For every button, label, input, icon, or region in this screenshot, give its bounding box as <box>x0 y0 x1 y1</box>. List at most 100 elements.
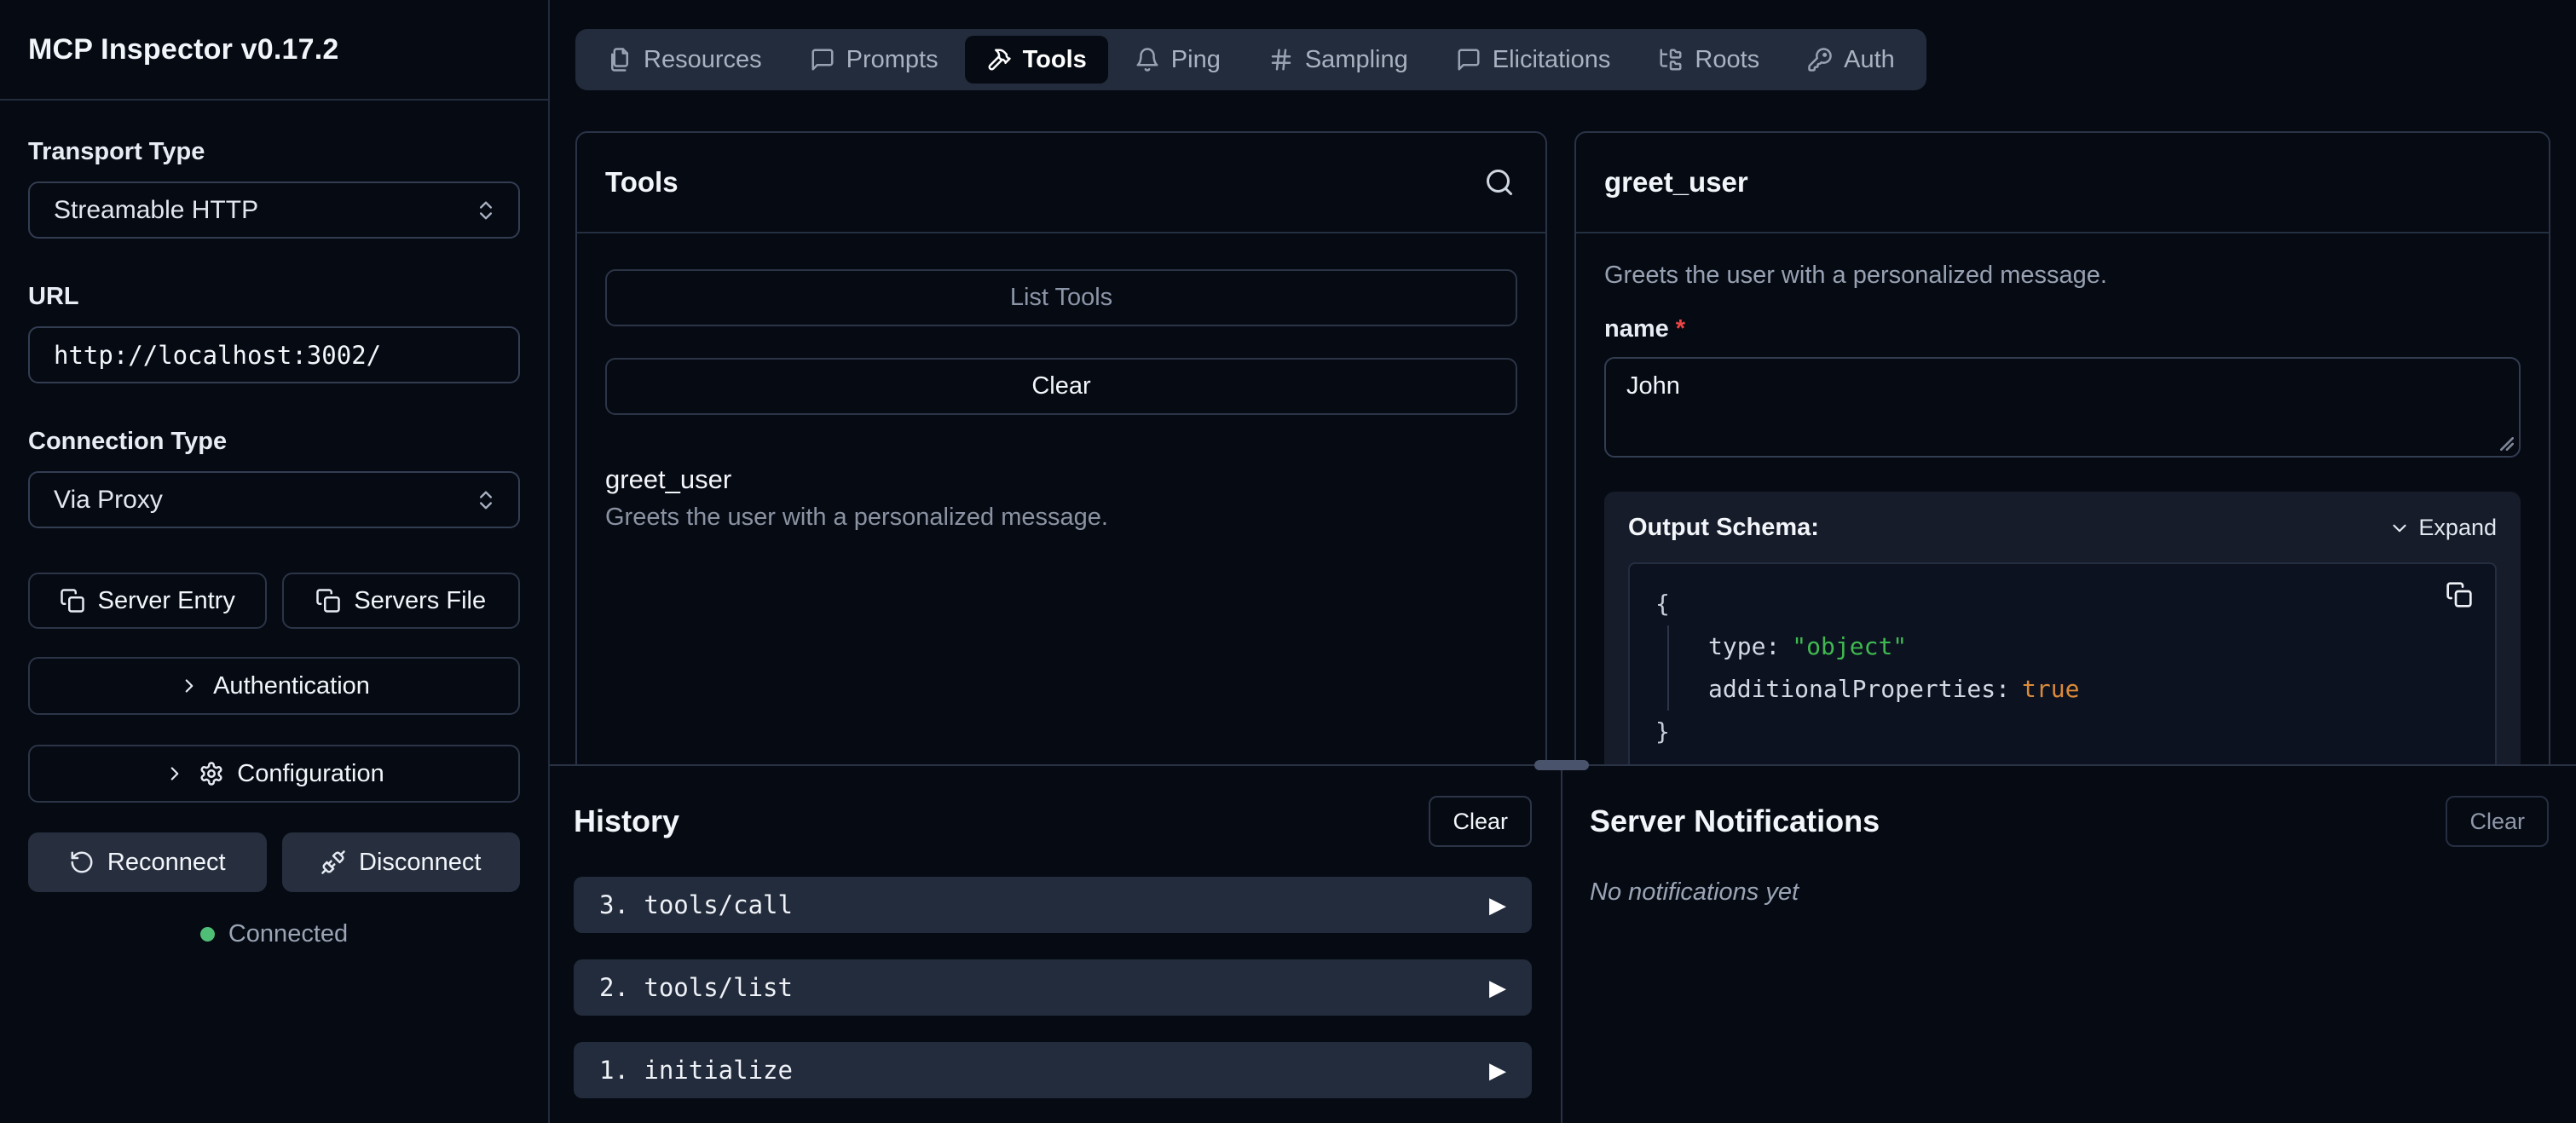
copy-code-button[interactable] <box>2446 581 2473 608</box>
app-header: MCP Inspector v0.17.2 <box>0 0 548 101</box>
transport-type-select[interactable]: Streamable HTTP <box>28 181 520 239</box>
resize-grip-icon[interactable] <box>2500 437 2514 451</box>
servers-file-button[interactable]: Servers File <box>282 573 521 629</box>
reconnect-button[interactable]: Reconnect <box>28 832 267 892</box>
disconnect-button[interactable]: Disconnect <box>282 832 521 892</box>
copy-icon <box>60 588 85 613</box>
output-schema-header: Output Schema: Expand <box>1628 514 2497 542</box>
tool-detail-header: greet_user <box>1576 133 2549 233</box>
tools-panel-header: Tools <box>577 133 1545 233</box>
notifications-clear-button[interactable]: Clear <box>2446 796 2549 847</box>
tab-elicitations[interactable]: Elicitations <box>1435 36 1632 84</box>
tab-label: Prompts <box>846 46 939 74</box>
tab-prompts[interactable]: Prompts <box>788 36 960 84</box>
history-title: History <box>574 803 679 839</box>
tab-roots[interactable]: Roots <box>1637 36 1781 84</box>
app-root: MCP Inspector v0.17.2 Transport Type Str… <box>0 0 2576 1123</box>
horizontal-splitter[interactable] <box>550 764 2576 766</box>
status-dot-icon <box>200 927 215 942</box>
reconnect-label: Reconnect <box>107 849 226 877</box>
server-notifications-title: Server Notifications <box>1590 803 1880 839</box>
disconnect-label: Disconnect <box>359 849 481 877</box>
schema-code-block: { type:"object" additionalProperties:tru… <box>1628 562 2497 764</box>
history-item[interactable]: 3. tools/call ▶ <box>574 877 1532 933</box>
chevron-down-icon <box>2388 517 2411 539</box>
url-input[interactable] <box>28 326 520 383</box>
list-tools-button[interactable]: List Tools <box>605 269 1517 326</box>
tab-auth[interactable]: Auth <box>1786 36 1916 84</box>
tools-panel-title: Tools <box>605 166 679 199</box>
sidebar-body: Transport Type Streamable HTTP URL Conne… <box>0 101 548 948</box>
server-notifications-panel: Server Notifications Clear No notificati… <box>1562 766 2576 1123</box>
tab-label: Tools <box>1023 46 1087 74</box>
folder-tree-icon <box>1658 47 1684 72</box>
tab-bar: Resources Prompts Tools Ping Sampling <box>575 29 1926 90</box>
param-label-row: name* <box>1604 315 2521 343</box>
code-close-brace: } <box>1655 711 2469 753</box>
tool-list-item[interactable]: greet_user Greets the user with a person… <box>605 464 1517 532</box>
tab-tools[interactable]: Tools <box>965 36 1108 84</box>
code-line: additionalProperties:true <box>1708 668 2469 711</box>
notifications-empty-message: No notifications yet <box>1590 878 2549 907</box>
history-item[interactable]: 1. initialize ▶ <box>574 1042 1532 1098</box>
required-marker: * <box>1676 315 1685 343</box>
configuration-button[interactable]: Configuration <box>28 745 520 803</box>
tool-detail-description: Greets the user with a personalized mess… <box>1604 261 2521 290</box>
configuration-label: Configuration <box>237 760 384 788</box>
chevrons-up-down-icon <box>474 199 498 222</box>
tab-label: Elicitations <box>1493 46 1611 74</box>
name-field[interactable]: John <box>1604 357 2521 458</box>
hammer-icon <box>986 47 1012 72</box>
search-icon[interactable] <box>1484 167 1515 198</box>
tab-label: Sampling <box>1305 46 1408 74</box>
output-schema-card: Output Schema: Expand { <box>1604 492 2521 764</box>
url-label: URL <box>28 283 520 311</box>
clear-tools-button[interactable]: Clear <box>605 358 1517 415</box>
history-clear-button[interactable]: Clear <box>1429 796 1532 847</box>
tab-ping[interactable]: Ping <box>1113 36 1242 84</box>
sidebar: MCP Inspector v0.17.2 Transport Type Str… <box>0 0 550 1123</box>
copy-icon <box>2446 581 2473 608</box>
message-square-icon <box>1456 47 1481 72</box>
chevron-right-icon <box>164 763 186 785</box>
tab-sampling[interactable]: Sampling <box>1247 36 1430 84</box>
history-list: 3. tools/call ▶ 2. tools/list ▶ 1. initi… <box>574 877 1532 1098</box>
tab-label: Roots <box>1695 46 1759 74</box>
chevron-right-icon <box>178 675 200 697</box>
chevrons-up-down-icon <box>474 488 498 512</box>
play-icon: ▶ <box>1489 892 1506 919</box>
connection-buttons-row: Reconnect Disconnect <box>28 832 520 892</box>
code-line: type:"object" <box>1708 625 2469 668</box>
tab-label: Resources <box>644 46 762 74</box>
message-square-icon <box>810 47 835 72</box>
key-icon <box>1807 47 1833 72</box>
expand-toggle[interactable]: Expand <box>2388 515 2497 541</box>
app-title: MCP Inspector v0.17.2 <box>28 33 339 66</box>
copy-icon <box>315 588 341 613</box>
tools-panel-body: List Tools Clear greet_user Greets the u… <box>577 233 1545 532</box>
tab-resources[interactable]: Resources <box>586 36 783 84</box>
connection-type-value: Via Proxy <box>54 486 163 515</box>
topbar: Resources Prompts Tools Ping Sampling <box>550 0 2576 90</box>
splitter-handle[interactable] <box>1534 760 1589 770</box>
server-entry-button[interactable]: Server Entry <box>28 573 267 629</box>
history-clear-label: Clear <box>1453 809 1508 834</box>
history-item[interactable]: 2. tools/list ▶ <box>574 959 1532 1016</box>
bottom-panes: History Clear 3. tools/call ▶ 2. tools/l… <box>550 766 2576 1123</box>
transport-type-value: Streamable HTTP <box>54 196 258 225</box>
code-open-brace: { <box>1655 583 2469 625</box>
tool-detail-title: greet_user <box>1604 166 1748 199</box>
status-text: Connected <box>228 920 348 948</box>
tool-description: Greets the user with a personalized mess… <box>605 504 1517 532</box>
param-input-wrap: John <box>1604 357 2521 458</box>
tool-name: greet_user <box>605 464 1517 495</box>
authentication-button[interactable]: Authentication <box>28 657 520 715</box>
play-icon: ▶ <box>1489 975 1506 1001</box>
param-name-label: name <box>1604 315 1669 343</box>
gear-icon <box>199 761 224 786</box>
list-tools-label: List Tools <box>1010 284 1112 312</box>
files-icon <box>607 47 632 72</box>
connection-type-select[interactable]: Via Proxy <box>28 471 520 528</box>
history-panel: History Clear 3. tools/call ▶ 2. tools/l… <box>550 766 1562 1123</box>
main-area: Resources Prompts Tools Ping Sampling <box>550 0 2576 1123</box>
